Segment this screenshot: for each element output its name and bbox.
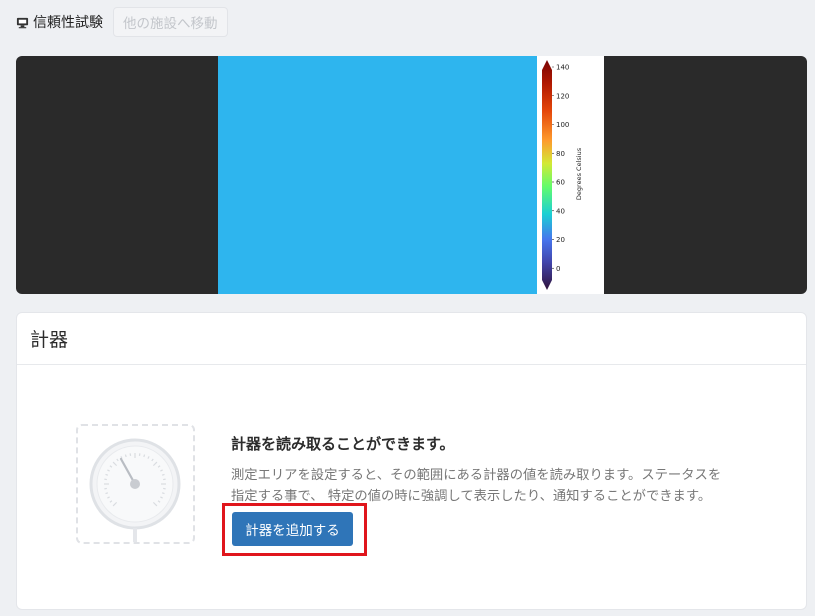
add-gauge-button[interactable]: 計器を追加する: [232, 512, 353, 546]
colorbar-tick-label: 140: [556, 64, 569, 72]
facility-name: 信頼性試験: [33, 15, 103, 31]
gauge-placeholder: [76, 424, 195, 544]
monitor-icon: [16, 17, 29, 28]
temperature-colorbar: 140 120 100 80 60 40 20 0 Degrees Celsius: [540, 56, 604, 294]
colorbar-tick-label: 40: [556, 207, 565, 215]
empty-state-description: 測定エリアを設定すると、その範囲にある計器の値を読み取ります。ステータスを 指定…: [231, 465, 751, 507]
colorbar-tick-label: 100: [556, 121, 569, 129]
empty-state-title: 計器を読み取ることができます。: [231, 435, 455, 453]
empty-state-text: 計器を読み取ることができます。 測定エリアを設定すると、その範囲にある計器の値を…: [231, 433, 751, 507]
camera-view: 140 120 100 80 60 40 20 0 Degrees Celsius: [16, 56, 807, 294]
colorbar-tick-label: 80: [556, 150, 565, 158]
gauge-icon: [89, 438, 181, 542]
gauge-dial-tick: [105, 473, 109, 476]
thermal-panel: 140 120 100 80 60 40 20 0 Degrees Celsius: [218, 56, 604, 294]
move-facility-button[interactable]: 他の施設へ移動: [113, 7, 228, 37]
card-title: 計器: [17, 313, 806, 365]
top-bar: 信頼性試験 他の施設へ移動: [16, 7, 228, 37]
add-gauge-highlight: 計器を追加する: [222, 503, 367, 556]
gauge-dial-tick: [161, 492, 165, 495]
gauge-dial-tick: [105, 492, 109, 495]
colorbar-svg: 140 120 100 80 60 40 20 0 Degrees Celsius: [542, 60, 583, 290]
colorbar-tick-label: 20: [556, 236, 565, 244]
gauge-dial-tick: [161, 473, 165, 476]
empty-state-description-line-1: 測定エリアを設定すると、その範囲にある計器の値を読み取ります。ステータスを: [231, 468, 722, 483]
gauge-dial-tick: [143, 454, 146, 458]
facility-title: 信頼性試験: [16, 12, 103, 32]
colorbar-tick-label: 0: [556, 265, 560, 273]
colorbar-tick-label: 120: [556, 92, 569, 100]
thermal-image[interactable]: [218, 56, 537, 294]
colorbar-tick-label: 60: [556, 179, 565, 187]
colorbar-gradient: [542, 60, 552, 290]
gauge-dial-tick: [124, 454, 127, 458]
gauges-card: 計器 計器を読み取ることができます。 測定エリアを設定すると、その範囲にある計器…: [16, 312, 807, 610]
colorbar-label: Degrees Celsius: [575, 147, 583, 200]
